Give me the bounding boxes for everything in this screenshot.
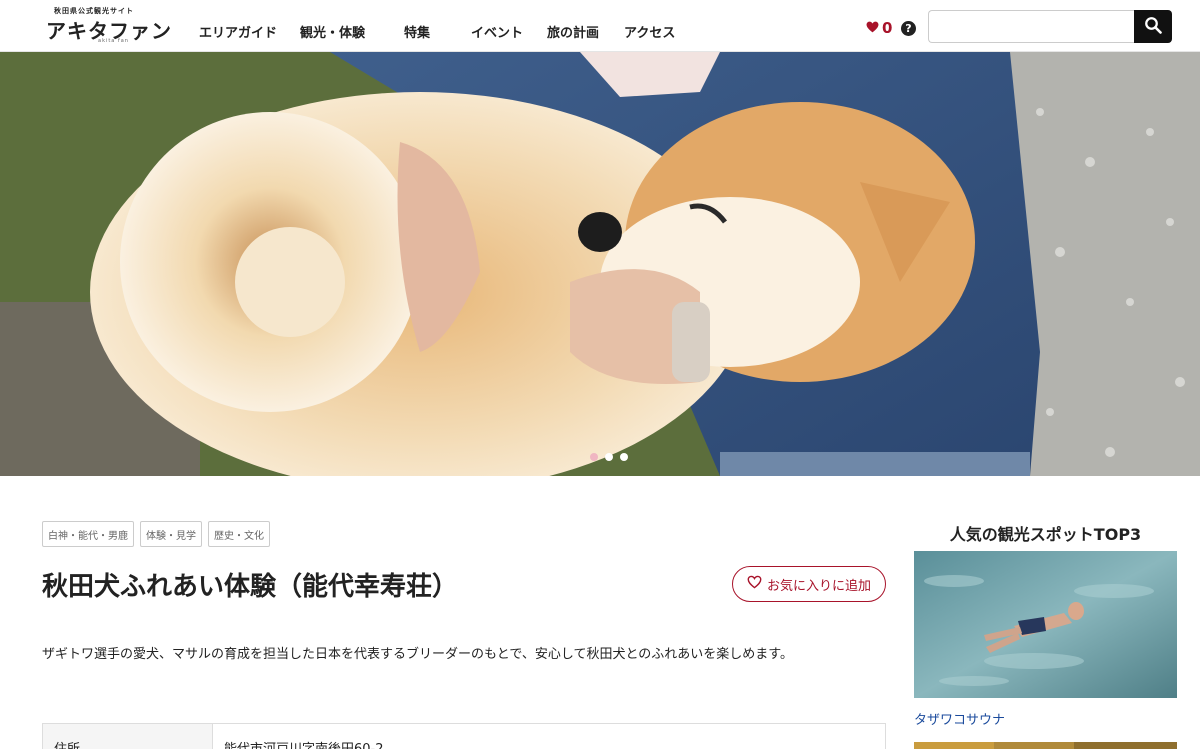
lake-swimmer-image <box>914 551 1177 698</box>
info-value-address: 能代市河戸川字南後田60-2 <box>212 723 886 749</box>
sidebar-spot-link-1[interactable]: タザワコサウナ <box>914 709 1005 728</box>
help-icon[interactable]: ? <box>901 21 916 36</box>
sidebar-spot-image-2[interactable] <box>914 742 1177 749</box>
nav-sightseeing[interactable]: 観光・体験 <box>300 22 365 41</box>
autumn-image <box>914 742 1177 749</box>
add-favorite-label: お気に入りに追加 <box>766 578 871 594</box>
table-row: 住所 能代市河戸川字南後田60-2 <box>42 723 886 749</box>
nav-access[interactable]: アクセス <box>624 22 675 41</box>
carousel-dots <box>590 453 628 461</box>
category-tags: 白神・能代・男鹿 体験・見学 歴史・文化 <box>42 521 270 547</box>
info-table: 住所 能代市河戸川字南後田60-2 <box>42 723 886 749</box>
favorites-counter[interactable]: 0 <box>866 19 892 37</box>
carousel-dot-2[interactable] <box>605 453 613 461</box>
nav-features[interactable]: 特集 <box>404 22 430 41</box>
heart-outline-icon <box>747 575 762 593</box>
tag-history[interactable]: 歴史・文化 <box>208 521 270 547</box>
site-header: 秋田県公式観光サイト アキタファン akita fan エリアガイド 観光・体験… <box>0 0 1200 52</box>
heart-icon <box>866 19 879 37</box>
favorites-count: 0 <box>882 19 893 37</box>
carousel-dot-1[interactable] <box>590 453 598 461</box>
nav-trip-plan[interactable]: 旅の計画 <box>547 22 599 41</box>
nav-area-guide[interactable]: エリアガイド <box>199 22 277 41</box>
search-button[interactable] <box>1134 10 1172 43</box>
tag-experience[interactable]: 体験・見学 <box>140 521 202 547</box>
hero-image <box>0 52 1200 476</box>
search-icon <box>1144 16 1162 38</box>
sidebar-spot-image-1[interactable] <box>914 551 1177 698</box>
nav-events[interactable]: イベント <box>471 22 523 41</box>
carousel-dot-3[interactable] <box>620 453 628 461</box>
search-input[interactable] <box>928 10 1136 43</box>
page-title: 秋田犬ふれあい体験（能代幸寿荘） <box>42 572 459 602</box>
logo-en: akita fan <box>98 38 129 44</box>
hero-carousel[interactable] <box>0 52 1200 476</box>
info-label-address: 住所 <box>42 723 213 749</box>
add-favorite-button[interactable]: お気に入りに追加 <box>732 566 886 602</box>
description: ザギトワ選手の愛犬、マサルの育成を担当した日本を代表するブリーダーのもとで、安心… <box>42 647 794 662</box>
sidebar-heading: 人気の観光スポットTOP3 <box>949 525 1142 544</box>
tag-area[interactable]: 白神・能代・男鹿 <box>42 521 134 547</box>
site-logo[interactable]: 秋田県公式観光サイト アキタファン akita fan <box>44 6 171 46</box>
